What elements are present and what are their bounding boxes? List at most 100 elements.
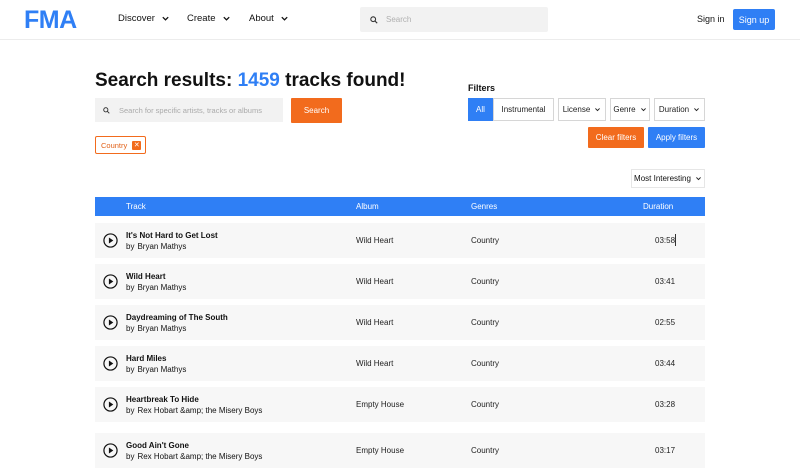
chip-label: Country: [101, 140, 128, 150]
artist-link[interactable]: Rex Hobart &amp; the Misery Boys: [137, 452, 262, 461]
sort-label: Most Interesting: [634, 174, 691, 183]
track-duration: 03:28: [655, 400, 676, 409]
track-album[interactable]: Empty House: [356, 400, 404, 409]
artist-link[interactable]: Bryan Mathys: [137, 324, 186, 333]
filter-all-label: All: [476, 105, 485, 114]
track-genre[interactable]: Country: [471, 359, 499, 368]
filter-instrumental-button[interactable]: Instrumental: [493, 98, 554, 121]
apply-filters-button[interactable]: Apply filters: [648, 127, 705, 148]
track-title[interactable]: Good Ain't Gone: [126, 441, 189, 450]
track-genre[interactable]: Country: [471, 400, 499, 409]
global-search: [360, 7, 548, 32]
query-search-box: [95, 98, 283, 122]
track-album[interactable]: Empty House: [356, 446, 404, 455]
chevron-down-icon: [696, 177, 701, 181]
table-row: Heartbreak To Hide by Rex Hobart &amp; th…: [95, 387, 705, 422]
artist-prefix: by: [126, 283, 135, 292]
artist-prefix: by: [126, 242, 135, 251]
nav-discover-label: Discover: [118, 13, 155, 24]
sort-dropdown[interactable]: Most Interesting: [631, 169, 705, 188]
track-genre[interactable]: Country: [471, 318, 499, 327]
track-artist: by Rex Hobart &amp; the Misery Boys: [126, 452, 262, 461]
table-row: Hard Miles by Bryan Mathys Wild Heart Cou…: [95, 346, 705, 381]
artist-link[interactable]: Rex Hobart &amp; the Misery Boys: [137, 406, 262, 415]
column-header-genres: Genres: [471, 202, 498, 211]
active-filter-chip: Country ✕: [95, 136, 147, 154]
play-icon[interactable]: [103, 356, 118, 371]
track-duration: 03:17: [655, 446, 676, 455]
filter-license-label: License: [562, 105, 591, 114]
chevron-down-icon: [281, 16, 288, 21]
chevron-down-icon: [222, 16, 230, 21]
table-row: Daydreaming of The South by Bryan Mathys …: [95, 305, 705, 340]
track-genre[interactable]: Country: [471, 446, 499, 455]
filter-duration-dropdown[interactable]: Duration: [654, 98, 705, 121]
column-header-duration: Duration: [643, 202, 674, 211]
sign-in-link[interactable]: Sign in: [697, 14, 725, 24]
play-icon[interactable]: [103, 443, 118, 458]
artist-link[interactable]: Bryan Mathys: [137, 365, 186, 374]
filter-all-button[interactable]: All: [468, 98, 493, 121]
chevron-down-icon: [640, 108, 646, 112]
track-album[interactable]: Wild Heart: [356, 318, 393, 327]
global-search-input[interactable]: [386, 15, 536, 24]
results-title-prefix: Search results:: [95, 70, 233, 91]
top-navbar: FMA Discover Create About Sign in Sign u…: [0, 0, 800, 40]
track-genre[interactable]: Country: [471, 236, 499, 245]
results-heading: Search results: 1459 tracks found!: [95, 70, 406, 92]
sign-up-button[interactable]: Sign up: [733, 9, 775, 30]
search-icon: [370, 15, 378, 24]
column-header-track: Track: [126, 202, 146, 211]
chevron-down-icon: [595, 108, 601, 112]
track-duration: 03:44: [655, 359, 676, 368]
filter-duration-label: Duration: [658, 105, 690, 114]
artist-prefix: by: [126, 406, 135, 415]
play-icon[interactable]: [103, 233, 118, 248]
artist-prefix: by: [126, 324, 135, 333]
column-header-album: Album: [356, 202, 379, 211]
play-icon[interactable]: [103, 397, 118, 412]
table-row: It's Not Hard to Get Lost by Bryan Mathys…: [95, 223, 705, 258]
fma-logo[interactable]: FMA: [24, 7, 88, 31]
artist-link[interactable]: Bryan Mathys: [137, 242, 186, 251]
search-icon: [103, 106, 110, 114]
track-artist: by Rex Hobart &amp; the Misery Boys: [126, 406, 262, 415]
track-album[interactable]: Wild Heart: [356, 236, 393, 245]
track-artist: by Bryan Mathys: [126, 365, 186, 374]
track-genre[interactable]: Country: [471, 277, 499, 286]
filter-license-dropdown[interactable]: License: [558, 98, 606, 121]
nav-discover[interactable]: Discover: [118, 13, 170, 24]
nav-about[interactable]: About: [249, 13, 289, 24]
filter-genre-label: Genre: [613, 105, 636, 114]
track-duration: 02:55: [655, 318, 676, 327]
artist-prefix: by: [126, 452, 135, 461]
track-artist: by Bryan Mathys: [126, 324, 186, 333]
track-artist: by Bryan Mathys: [126, 283, 186, 292]
play-icon[interactable]: [103, 274, 118, 289]
track-title[interactable]: Hard Miles: [126, 354, 166, 363]
track-duration: 03:41: [655, 277, 676, 286]
artist-link[interactable]: Bryan Mathys: [137, 283, 186, 292]
play-icon[interactable]: [103, 315, 118, 330]
query-search-input[interactable]: [119, 105, 279, 115]
filter-genre-dropdown[interactable]: Genre: [610, 98, 650, 121]
track-title[interactable]: Heartbreak To Hide: [126, 395, 199, 404]
artist-prefix: by: [126, 365, 135, 374]
query-search-button[interactable]: Search: [291, 98, 342, 123]
table-row: Wild Heart by Bryan Mathys Wild Heart Cou…: [95, 264, 705, 299]
track-album[interactable]: Wild Heart: [356, 277, 393, 286]
filters-label: Filters: [468, 83, 496, 93]
chip-remove-icon[interactable]: ✕: [132, 140, 142, 150]
results-count: 1459: [237, 70, 280, 91]
track-artist: by Bryan Mathys: [126, 242, 186, 251]
nav-create[interactable]: Create: [187, 13, 231, 24]
track-duration: 03:58: [655, 236, 676, 245]
track-title[interactable]: Daydreaming of The South: [126, 313, 228, 322]
track-album[interactable]: Wild Heart: [356, 359, 393, 368]
text-cursor: [675, 234, 676, 246]
track-title[interactable]: It's Not Hard to Get Lost: [126, 231, 218, 240]
track-title[interactable]: Wild Heart: [126, 272, 166, 281]
results-title-suffix: tracks found!: [285, 70, 406, 91]
clear-filters-button[interactable]: Clear filters: [588, 127, 644, 148]
logo-text: FMA: [24, 7, 77, 31]
